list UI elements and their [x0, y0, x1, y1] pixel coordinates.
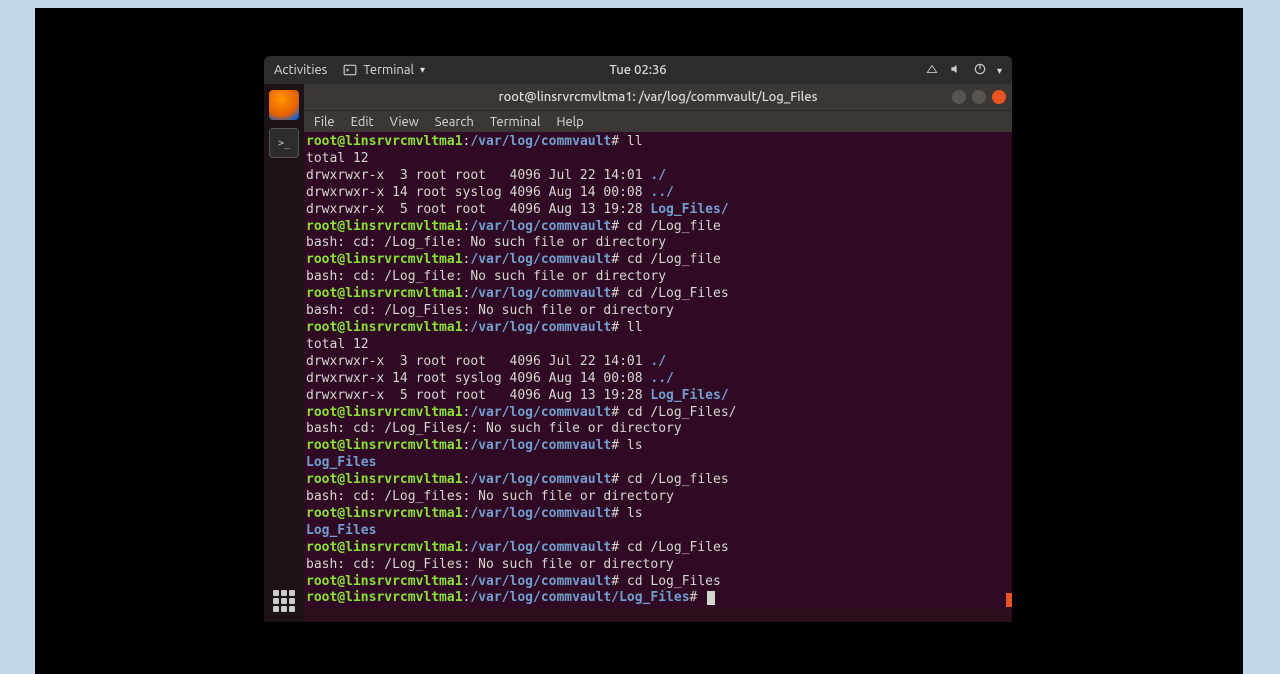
window-title: root@linsrvrcmvltma1: /var/log/commvault… — [499, 90, 818, 104]
show-applications-icon[interactable] — [273, 590, 295, 612]
window-titlebar: root@linsrvrcmvltma1: /var/log/commvault… — [304, 84, 1012, 110]
terminal-app-icon — [343, 63, 357, 77]
terminal-output[interactable]: root@linsrvrcmvltma1:/var/log/commvault#… — [304, 132, 1012, 609]
app-menu-label: Terminal — [363, 63, 414, 77]
menu-terminal[interactable]: Terminal — [490, 115, 541, 129]
app-menu[interactable]: Terminal — [343, 63, 425, 77]
menubar: File Edit View Search Terminal Help — [304, 110, 1012, 132]
menu-help[interactable]: Help — [556, 115, 583, 129]
dock — [264, 84, 304, 622]
system-menu-dropdown[interactable] — [997, 63, 1002, 77]
terminal-cursor — [707, 591, 715, 605]
terminal-dock-icon[interactable] — [269, 128, 299, 158]
scrollbar-thumb[interactable] — [1006, 593, 1012, 607]
firefox-icon[interactable] — [269, 90, 299, 120]
menu-edit[interactable]: Edit — [351, 115, 374, 129]
clock-label[interactable]: Tue 02:36 — [609, 63, 666, 77]
network-icon[interactable] — [925, 62, 939, 79]
menu-file[interactable]: File — [314, 115, 335, 129]
power-icon[interactable] — [973, 62, 987, 79]
menu-search[interactable]: Search — [435, 115, 474, 129]
minimize-button[interactable] — [952, 90, 966, 104]
menu-view[interactable]: View — [390, 115, 419, 129]
gnome-topbar: Activities Terminal Tue 02:36 — [264, 56, 1012, 84]
desktop-window: Activities Terminal Tue 02:36 root@linsr… — [264, 56, 1012, 622]
maximize-button[interactable] — [972, 90, 986, 104]
volume-icon[interactable] — [949, 62, 963, 79]
activities-button[interactable]: Activities — [274, 63, 327, 77]
close-button[interactable] — [992, 90, 1006, 104]
